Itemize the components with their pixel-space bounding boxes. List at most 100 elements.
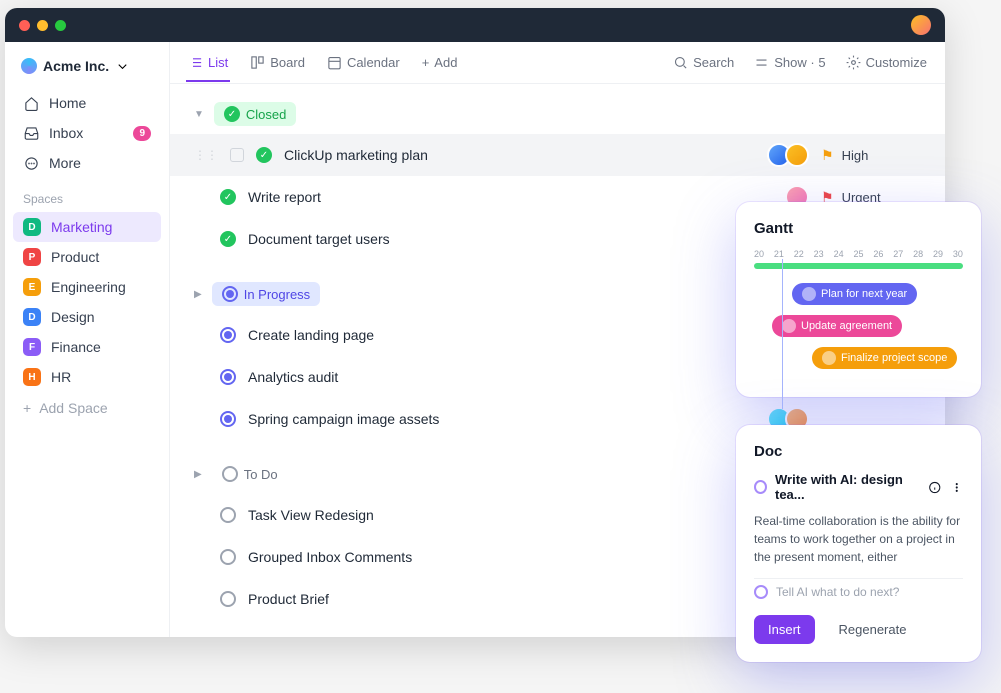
titlebar bbox=[5, 8, 945, 42]
task-title: Document target users bbox=[248, 231, 761, 247]
settings-icon bbox=[754, 55, 769, 70]
doc-panel: Doc Write with AI: design tea... Real-ti… bbox=[736, 425, 981, 662]
space-icon: H bbox=[23, 368, 41, 386]
close-icon[interactable] bbox=[19, 20, 30, 31]
sidebar-item-hr[interactable]: H HR bbox=[13, 362, 161, 392]
sidebar-item-design[interactable]: DDesign bbox=[13, 302, 161, 332]
workspace-switcher[interactable]: Acme Inc. bbox=[13, 52, 161, 88]
space-label: HR bbox=[51, 369, 71, 385]
calendar-icon bbox=[327, 55, 342, 70]
spaces-heading: Spaces bbox=[13, 178, 161, 212]
avatar[interactable] bbox=[911, 15, 931, 35]
nav-home[interactable]: Home bbox=[13, 88, 161, 118]
avatar bbox=[802, 287, 816, 301]
plus-icon: + bbox=[422, 55, 430, 70]
regenerate-button[interactable]: Regenerate bbox=[825, 615, 921, 644]
window-controls[interactable] bbox=[19, 20, 66, 31]
sidebar-item-finance[interactable]: FFinance bbox=[13, 332, 161, 362]
doc-ai-header[interactable]: Write with AI: design tea... bbox=[754, 472, 963, 502]
sidebar-item-product[interactable]: P Product bbox=[13, 242, 161, 272]
search-button[interactable]: Search bbox=[671, 45, 736, 80]
nav-label: Home bbox=[49, 95, 86, 111]
minimize-icon[interactable] bbox=[37, 20, 48, 31]
task-title: Analytics audit bbox=[248, 369, 761, 385]
task-row[interactable]: ⋮⋮ ✓ ClickUp marketing plan ⚑High bbox=[170, 134, 945, 176]
space-icon: D bbox=[23, 218, 41, 236]
nav-label: Inbox bbox=[49, 125, 83, 141]
ai-icon bbox=[754, 480, 767, 494]
space-label: Engineering bbox=[51, 279, 126, 295]
tab-board[interactable]: Board bbox=[248, 45, 307, 80]
progress-icon bbox=[222, 286, 238, 302]
space-label: Design bbox=[51, 309, 95, 325]
status-icon[interactable] bbox=[220, 369, 236, 385]
status-icon[interactable]: ✓ bbox=[220, 189, 236, 205]
gear-icon bbox=[846, 55, 861, 70]
status-icon[interactable] bbox=[220, 549, 236, 565]
task-title: Write report bbox=[248, 189, 779, 205]
add-space-label: Add Space bbox=[39, 400, 108, 416]
inbox-icon bbox=[23, 125, 39, 141]
more-icon bbox=[23, 155, 39, 171]
search-icon bbox=[673, 55, 688, 70]
assignees[interactable] bbox=[773, 143, 809, 167]
insert-button[interactable]: Insert bbox=[754, 615, 815, 644]
avatar[interactable] bbox=[785, 143, 809, 167]
status-icon[interactable] bbox=[220, 327, 236, 343]
customize-button[interactable]: Customize bbox=[844, 45, 929, 80]
gantt-timeline: 2021222324252627282930 bbox=[754, 249, 963, 259]
chevron-down-icon[interactable]: ▼ bbox=[194, 109, 204, 120]
maximize-icon[interactable] bbox=[55, 20, 66, 31]
chevron-right-icon[interactable]: ▶ bbox=[194, 289, 202, 300]
nav-more[interactable]: More bbox=[13, 148, 161, 178]
workspace-logo-icon bbox=[21, 58, 37, 74]
status-icon[interactable] bbox=[220, 411, 236, 427]
info-icon[interactable] bbox=[928, 480, 942, 495]
plus-icon: + bbox=[23, 400, 31, 416]
board-icon bbox=[250, 55, 265, 70]
workspace-name: Acme Inc. bbox=[43, 58, 109, 74]
task-title: Grouped Inbox Comments bbox=[248, 549, 761, 565]
group-header-closed[interactable]: ▼ ✓Closed bbox=[170, 94, 945, 134]
gantt-bar[interactable]: Finalize project scope bbox=[812, 347, 957, 369]
task-title: Task View Redesign bbox=[248, 507, 779, 523]
chevron-down-icon bbox=[115, 59, 130, 74]
gantt-bar[interactable]: Update agreement bbox=[772, 315, 902, 337]
tab-calendar[interactable]: Calendar bbox=[325, 45, 402, 80]
space-icon: F bbox=[23, 338, 41, 356]
add-space-button[interactable]: + Add Space bbox=[13, 392, 161, 424]
avatar bbox=[782, 319, 796, 333]
check-icon: ✓ bbox=[224, 106, 240, 122]
priority[interactable]: ⚑High bbox=[821, 147, 921, 164]
space-icon: E bbox=[23, 278, 41, 296]
space-label: Product bbox=[51, 249, 99, 265]
home-icon bbox=[23, 95, 39, 111]
task-title: Create landing page bbox=[248, 327, 779, 343]
add-view-button[interactable]: +Add bbox=[420, 45, 460, 80]
space-icon: P bbox=[23, 248, 41, 266]
checkbox[interactable] bbox=[230, 148, 244, 162]
gantt-panel: Gantt 2021222324252627282930 Plan for ne… bbox=[736, 202, 981, 397]
drag-handle-icon[interactable]: ⋮⋮ bbox=[194, 148, 218, 162]
avatar bbox=[822, 351, 836, 365]
sidebar-item-marketing[interactable]: DMarketing bbox=[13, 212, 161, 242]
show-button[interactable]: Show · 5 bbox=[752, 45, 827, 80]
status-icon[interactable]: ✓ bbox=[220, 231, 236, 247]
gantt-title: Gantt bbox=[754, 220, 963, 237]
todo-icon bbox=[222, 466, 238, 482]
sidebar: Acme Inc. Home Inbox 9 More Spaces DMark… bbox=[5, 42, 170, 637]
task-title: ClickUp marketing plan bbox=[284, 147, 761, 163]
task-title: Spring campaign image assets bbox=[248, 411, 761, 427]
view-toolbar: List Board Calendar +Add Search Show · 5… bbox=[170, 42, 945, 84]
gantt-bar[interactable]: Plan for next year bbox=[792, 283, 917, 305]
tab-list[interactable]: List bbox=[186, 45, 230, 82]
more-icon[interactable] bbox=[950, 480, 964, 495]
status-icon[interactable] bbox=[220, 507, 236, 523]
nav-inbox[interactable]: Inbox 9 bbox=[13, 118, 161, 148]
sidebar-item-engineering[interactable]: E Engineering bbox=[13, 272, 161, 302]
doc-prompt-input[interactable]: Tell AI what to do next? bbox=[754, 578, 963, 605]
status-icon[interactable] bbox=[220, 591, 236, 607]
status-icon[interactable]: ✓ bbox=[256, 147, 272, 163]
inbox-badge: 9 bbox=[133, 126, 151, 141]
chevron-right-icon[interactable]: ▶ bbox=[194, 469, 202, 480]
